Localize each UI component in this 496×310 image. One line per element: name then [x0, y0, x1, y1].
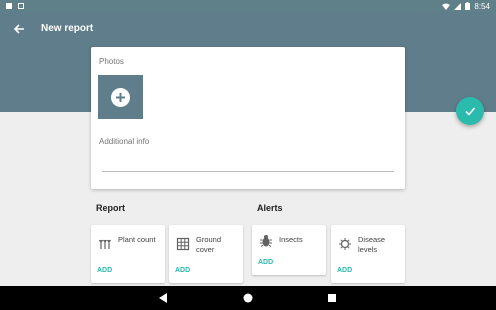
status-time: 8:54 [474, 1, 490, 11]
status-left [6, 3, 24, 9]
nav-home-icon[interactable] [242, 292, 254, 304]
insects-tile[interactable]: Insects ADD [252, 225, 326, 275]
additional-info-field[interactable] [102, 171, 394, 172]
tile-label: Insects [279, 235, 303, 244]
grid-icon [176, 237, 190, 251]
battery-icon [465, 2, 471, 10]
disease-levels-tile[interactable]: Disease levels ADD [331, 225, 405, 283]
status-right: 8:54 [442, 2, 490, 11]
notification-icon [18, 3, 24, 9]
tile-label: Ground cover [196, 235, 222, 254]
system-nav-bar [0, 286, 496, 310]
plant-count-icon [98, 239, 112, 249]
add-insects-button[interactable]: ADD [258, 259, 273, 266]
add-plant-count-button[interactable]: ADD [97, 267, 112, 274]
nav-back-icon[interactable] [157, 292, 169, 304]
signal-icon [454, 2, 462, 10]
report-form-card: Photos Additional info [91, 47, 405, 189]
ground-cover-tile[interactable]: Ground cover ADD [169, 225, 243, 283]
add-circle-icon [111, 87, 130, 107]
additional-info-label: Additional info [99, 137, 150, 146]
tile-label: Plant count [118, 235, 156, 244]
status-bar: 8:54 [0, 0, 496, 12]
page-title: New report [41, 23, 94, 34]
virus-icon [339, 238, 351, 250]
add-photo-button[interactable] [98, 75, 143, 119]
add-ground-cover-button[interactable]: ADD [175, 267, 190, 274]
wifi-icon [442, 3, 451, 10]
alerts-section-title: Alerts [257, 203, 283, 213]
sd-card-icon [6, 3, 12, 9]
plant-count-tile[interactable]: Plant count ADD [91, 225, 165, 283]
check-icon [465, 107, 476, 116]
back-arrow-icon[interactable] [12, 22, 26, 36]
submit-report-button[interactable] [456, 97, 484, 125]
add-disease-levels-button[interactable]: ADD [337, 267, 352, 274]
tile-label: Disease levels [358, 235, 386, 254]
report-section-title: Report [96, 203, 125, 213]
nav-recents-icon[interactable] [326, 292, 338, 304]
photos-label: Photos [99, 57, 124, 66]
bug-icon [260, 235, 272, 247]
